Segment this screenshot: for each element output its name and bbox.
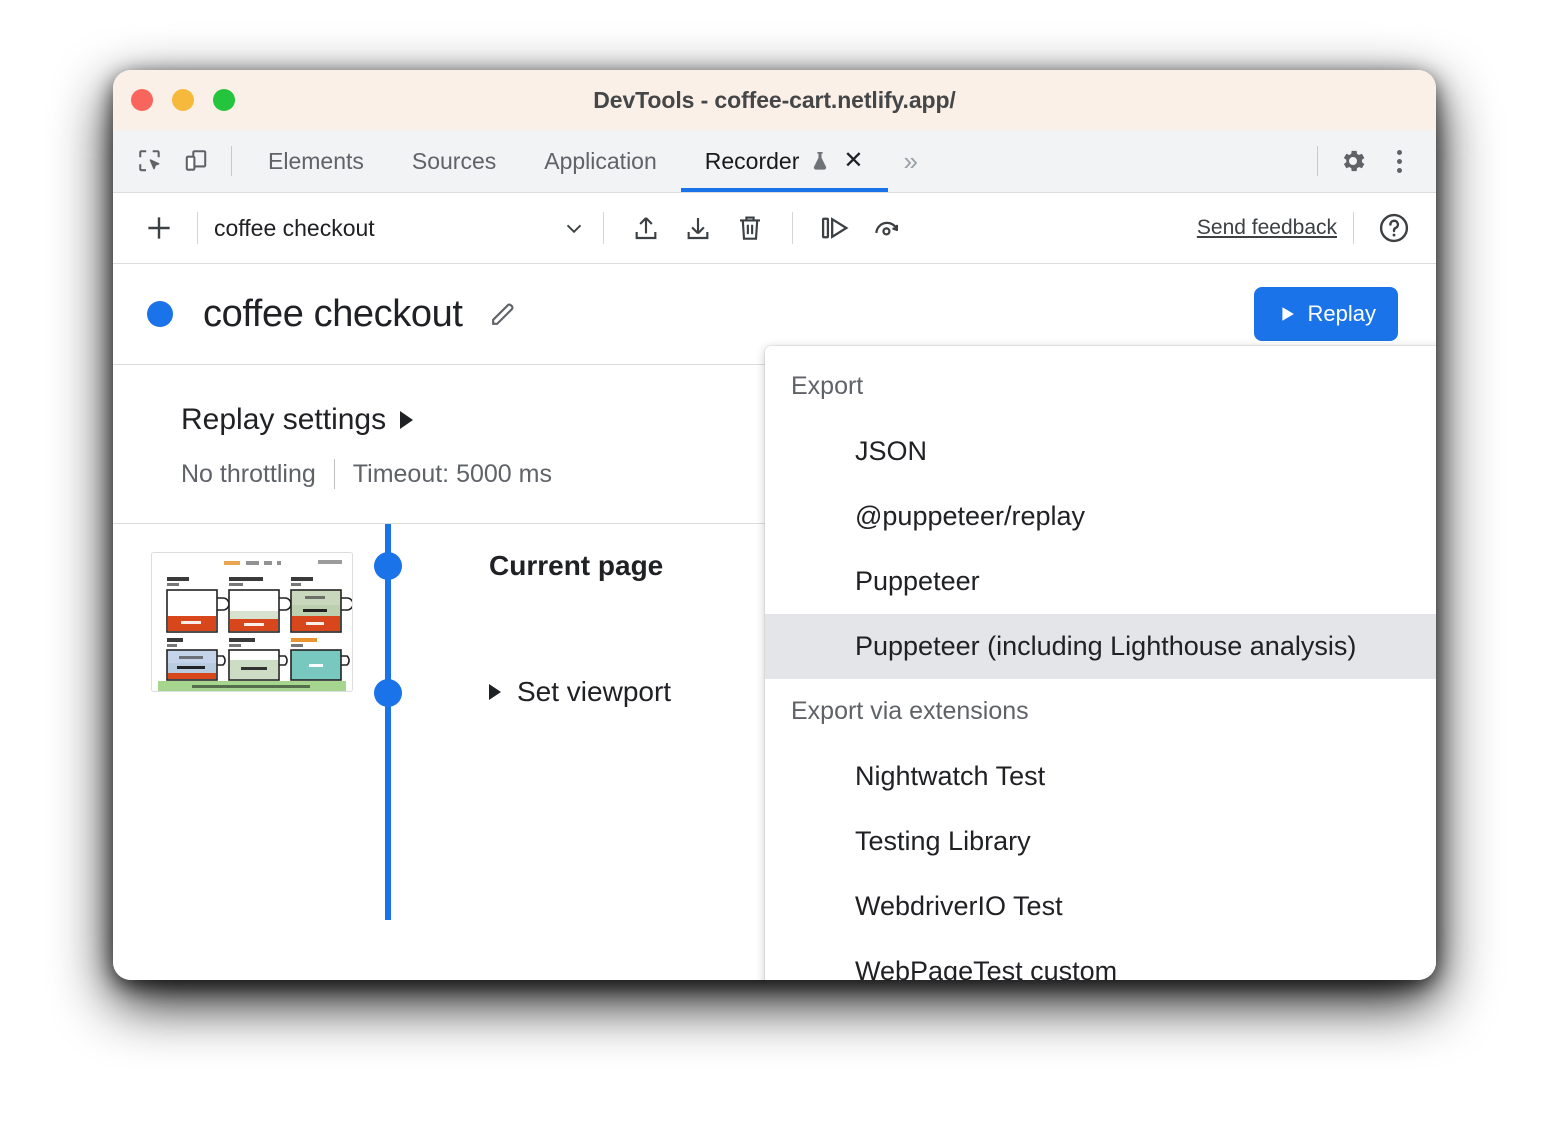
play-icon bbox=[1276, 303, 1298, 325]
recorder-toolbar: coffee checkout bbox=[113, 193, 1436, 264]
menu-item-puppeteer-replay[interactable]: @puppeteer/replay bbox=[765, 484, 1436, 549]
chevron-right-icon bbox=[400, 411, 413, 429]
throttling-value: No throttling bbox=[181, 460, 316, 489]
tab-elements-label: Elements bbox=[268, 148, 364, 175]
menu-item-puppeteer-lighthouse[interactable]: Puppeteer (including Lighthouse analysis… bbox=[765, 614, 1436, 679]
import-recording-icon[interactable] bbox=[620, 205, 672, 251]
window-title: DevTools - coffee-cart.netlify.app/ bbox=[113, 87, 1436, 114]
replay-button[interactable]: Replay bbox=[1254, 287, 1398, 341]
recording-status-dot bbox=[147, 301, 173, 327]
list-item[interactable]: Set viewport bbox=[489, 676, 671, 708]
replay-settings-label: Replay settings bbox=[181, 403, 386, 437]
recording-selector-value: coffee checkout bbox=[214, 215, 375, 242]
inspect-element-icon[interactable] bbox=[127, 138, 173, 184]
tab-application-label: Application bbox=[544, 148, 657, 175]
recording-selector[interactable]: coffee checkout bbox=[214, 215, 587, 242]
tab-elements[interactable]: Elements bbox=[244, 130, 388, 192]
add-recording-icon[interactable] bbox=[137, 206, 181, 250]
step-node-1 bbox=[374, 552, 402, 580]
tab-recorder[interactable]: Recorder ✕ bbox=[681, 130, 888, 192]
send-feedback-link[interactable]: Send feedback bbox=[1197, 216, 1337, 240]
timeout-value: Timeout: 5000 ms bbox=[353, 460, 552, 489]
tabbar-right-actions bbox=[1305, 138, 1436, 184]
window-titlebar: DevTools - coffee-cart.netlify.app/ bbox=[113, 70, 1436, 130]
help-icon[interactable] bbox=[1370, 204, 1418, 252]
step-screenshot-thumbnail bbox=[151, 552, 353, 692]
step-1-label: Current page bbox=[489, 550, 663, 582]
edit-title-pencil-icon[interactable] bbox=[482, 293, 524, 335]
coffee-cart-preview bbox=[152, 553, 352, 691]
step-node-2 bbox=[374, 679, 402, 707]
export-recording-icon[interactable] bbox=[672, 205, 724, 251]
steps-timeline-rail bbox=[385, 524, 391, 920]
step-2-label: Set viewport bbox=[517, 676, 671, 708]
replay-slow-icon[interactable] bbox=[861, 205, 913, 251]
export-dropdown-menu: Export JSON @puppeteer/replay Puppeteer … bbox=[765, 346, 1436, 980]
close-icon[interactable]: ✕ bbox=[843, 149, 863, 173]
replay-button-label: Replay bbox=[1308, 301, 1376, 327]
gear-icon[interactable] bbox=[1330, 138, 1376, 184]
step-by-step-replay-icon[interactable] bbox=[809, 205, 861, 251]
devtools-tabbar: Elements Sources Application Recorder ✕ … bbox=[113, 130, 1436, 193]
menu-group-extensions-title: Export via extensions bbox=[765, 679, 1436, 744]
menu-item-webdriverio-test[interactable]: WebdriverIO Test bbox=[765, 874, 1436, 939]
menu-group-export-title: Export bbox=[765, 354, 1436, 419]
toolbar-divider-4 bbox=[1353, 212, 1354, 244]
maximize-window-button[interactable] bbox=[213, 89, 235, 111]
summary-divider bbox=[334, 459, 335, 489]
tab-recorder-label: Recorder bbox=[705, 148, 800, 175]
tab-sources-label: Sources bbox=[412, 148, 496, 175]
more-options-icon[interactable] bbox=[1376, 138, 1422, 184]
screenshot-canvas: DevTools - coffee-cart.netlify.app/ Elem… bbox=[0, 0, 1548, 1130]
chevron-down-icon bbox=[561, 215, 587, 241]
devtools-window: DevTools - coffee-cart.netlify.app/ Elem… bbox=[113, 70, 1436, 980]
tabbar-divider bbox=[231, 146, 232, 176]
toolbar-divider-3 bbox=[792, 212, 793, 244]
page-title: coffee checkout bbox=[203, 293, 462, 336]
menu-item-puppeteer[interactable]: Puppeteer bbox=[765, 549, 1436, 614]
tabbar-right-divider bbox=[1317, 146, 1318, 176]
minimize-window-button[interactable] bbox=[172, 89, 194, 111]
menu-item-webpagetest-custom[interactable]: WebPageTest custom bbox=[765, 939, 1436, 980]
toolbar-divider-2 bbox=[603, 212, 604, 244]
tab-sources[interactable]: Sources bbox=[388, 130, 520, 192]
device-toolbar-icon[interactable] bbox=[173, 138, 219, 184]
menu-item-json[interactable]: JSON bbox=[765, 419, 1436, 484]
menu-item-testing-library[interactable]: Testing Library bbox=[765, 809, 1436, 874]
menu-item-nightwatch-test[interactable]: Nightwatch Test bbox=[765, 744, 1436, 809]
delete-recording-icon[interactable] bbox=[724, 205, 776, 251]
traffic-light-buttons bbox=[131, 70, 235, 130]
toolbar-divider-1 bbox=[197, 212, 198, 244]
list-item[interactable]: Current page bbox=[489, 550, 663, 582]
chevron-right-icon[interactable] bbox=[489, 684, 501, 700]
close-window-button[interactable] bbox=[131, 89, 153, 111]
chevron-double-right-icon[interactable]: » bbox=[888, 146, 934, 177]
tab-application[interactable]: Application bbox=[520, 130, 681, 192]
experiment-flask-icon bbox=[808, 149, 832, 173]
